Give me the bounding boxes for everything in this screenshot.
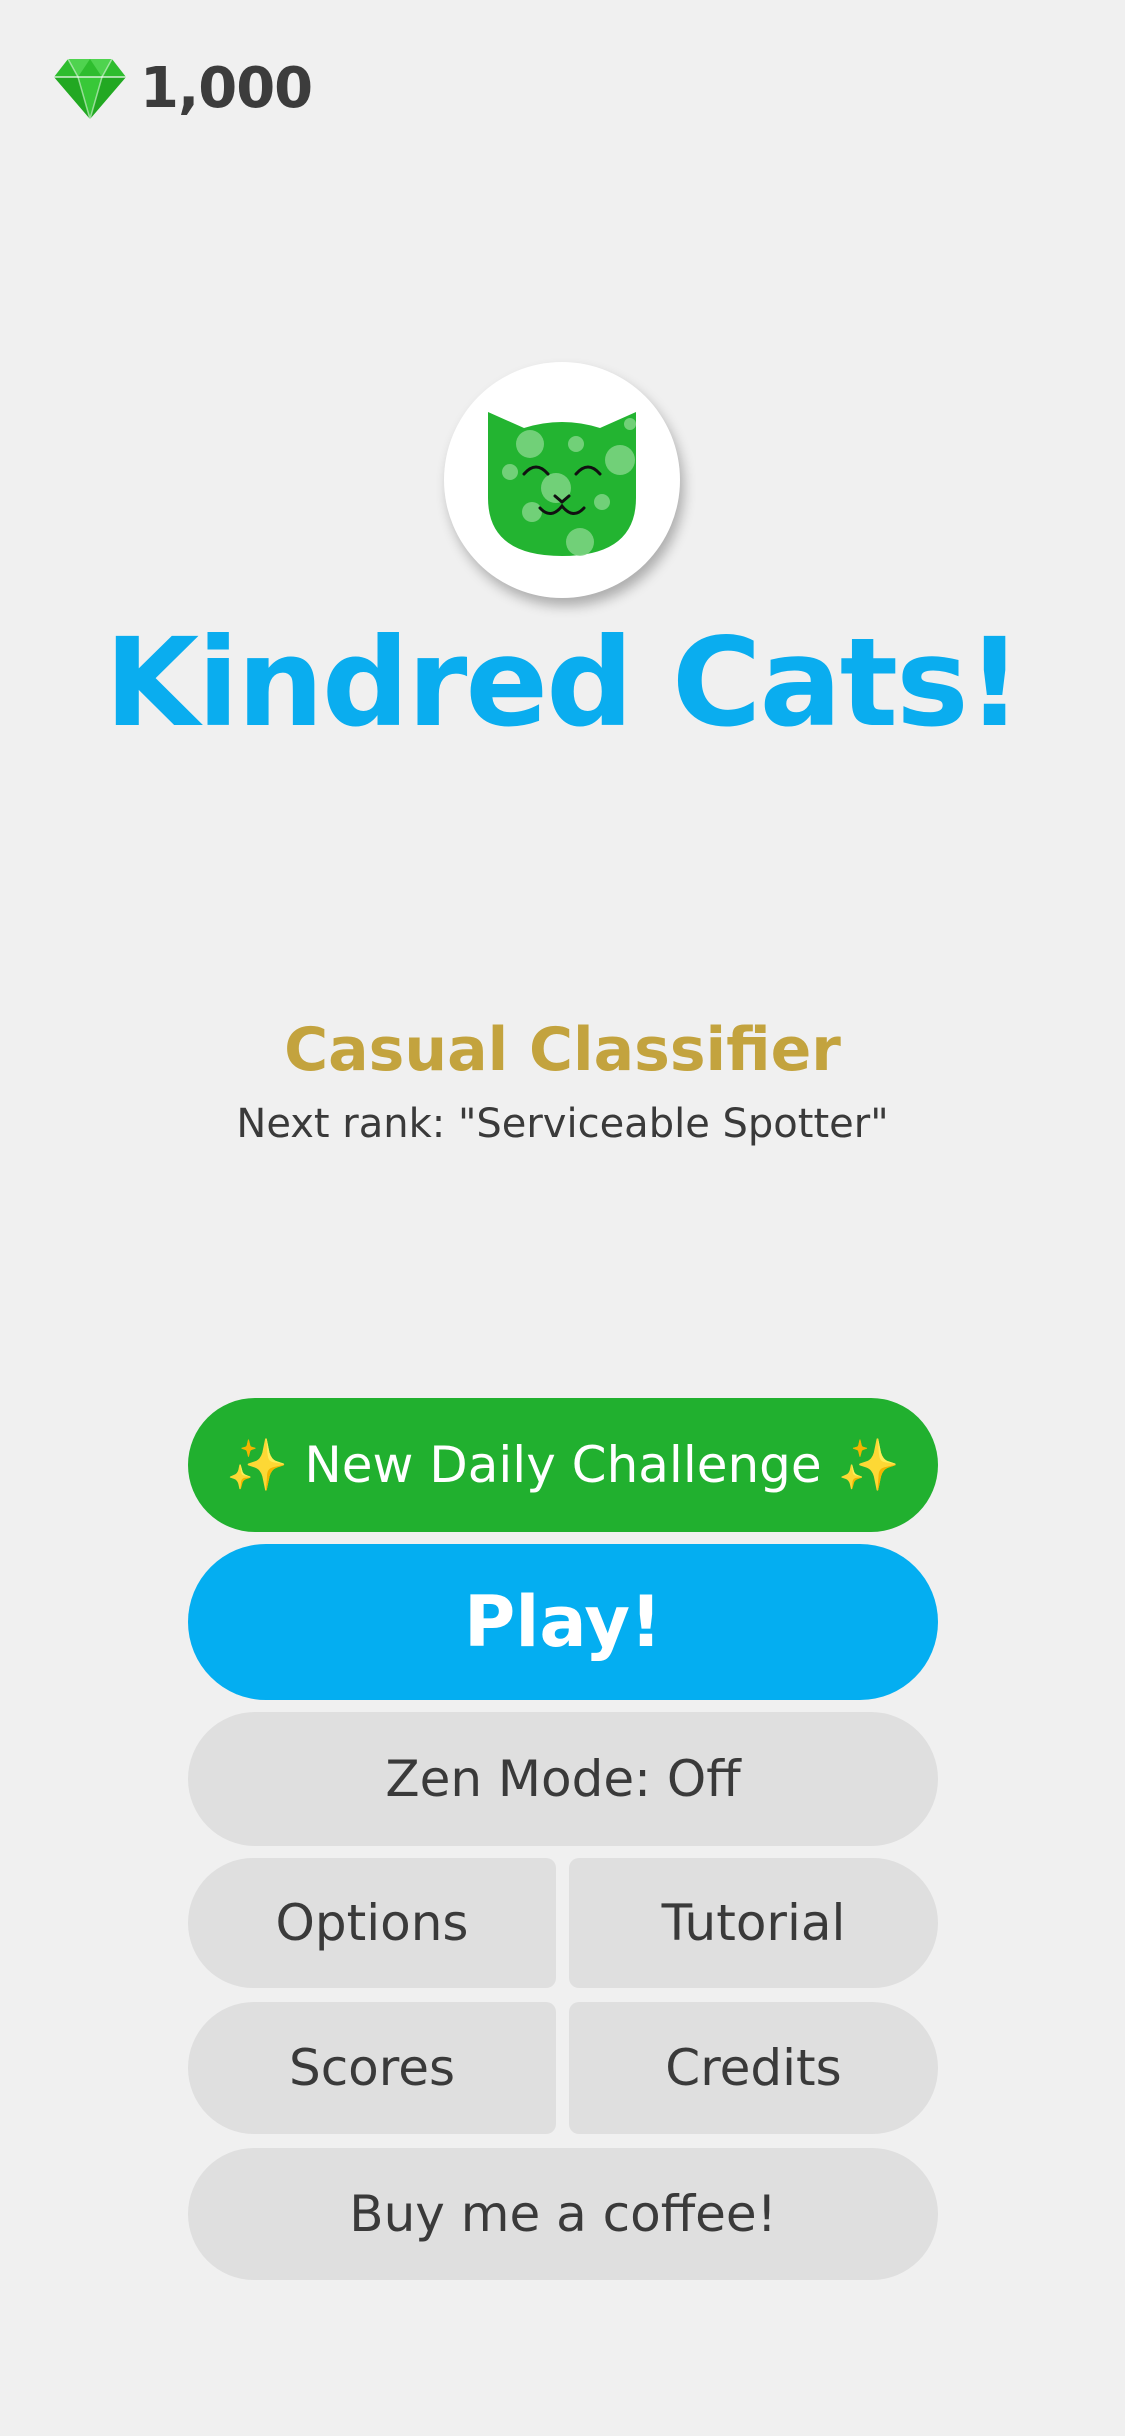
gem-count: 1,000 — [140, 55, 313, 121]
options-button[interactable]: Options — [188, 1858, 556, 1988]
gem-counter: 1,000 — [54, 54, 313, 122]
tutorial-button[interactable]: Tutorial — [569, 1858, 938, 1988]
play-button[interactable]: Play! — [188, 1544, 938, 1700]
scores-button[interactable]: Scores — [188, 2002, 556, 2134]
app-title: Kindred Cats! — [104, 612, 1023, 754]
gem-icon — [54, 58, 126, 119]
app-logo — [444, 362, 680, 598]
next-rank: Next rank: "Serviceable Spotter" — [236, 1101, 889, 1147]
daily-challenge-button[interactable]: ✨ New Daily Challenge ✨ — [188, 1398, 938, 1532]
buy-coffee-button[interactable]: Buy me a coffee! — [188, 2148, 938, 2280]
cat-face-icon — [488, 412, 636, 556]
current-rank: Casual Classifier — [284, 1015, 841, 1085]
zen-mode-button[interactable]: Zen Mode: Off — [188, 1712, 938, 1846]
credits-button[interactable]: Credits — [569, 2002, 938, 2134]
